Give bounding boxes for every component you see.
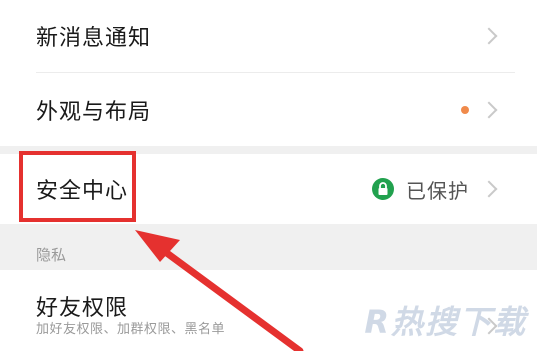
settings-screen: 新消息通知 外观与布局 安全中心 已保护 隐私 好友权限 加好友权限、加群权限、… xyxy=(0,0,537,351)
security-status: 已保护 xyxy=(406,178,469,203)
settings-row-appearance[interactable]: 外观与布局 xyxy=(12,73,515,146)
settings-row-notifications[interactable]: 新消息通知 xyxy=(12,0,515,72)
row-label: 外观与布局 xyxy=(36,99,152,125)
privacy-section-header: 隐私 xyxy=(36,246,67,264)
privacy-section-band xyxy=(0,224,537,270)
highlight-box xyxy=(19,151,136,222)
lock-icon xyxy=(372,178,394,200)
friends-permission-description: 加好友权限、加群权限、黑名单 xyxy=(36,322,226,337)
chevron-right-icon xyxy=(480,27,498,45)
chevron-right-icon xyxy=(480,180,498,198)
row-label: 新消息通知 xyxy=(36,26,152,51)
chevron-right-icon xyxy=(480,101,498,118)
new-badge-dot xyxy=(461,105,469,114)
watermark-logo: R热搜下载 xyxy=(364,303,527,341)
